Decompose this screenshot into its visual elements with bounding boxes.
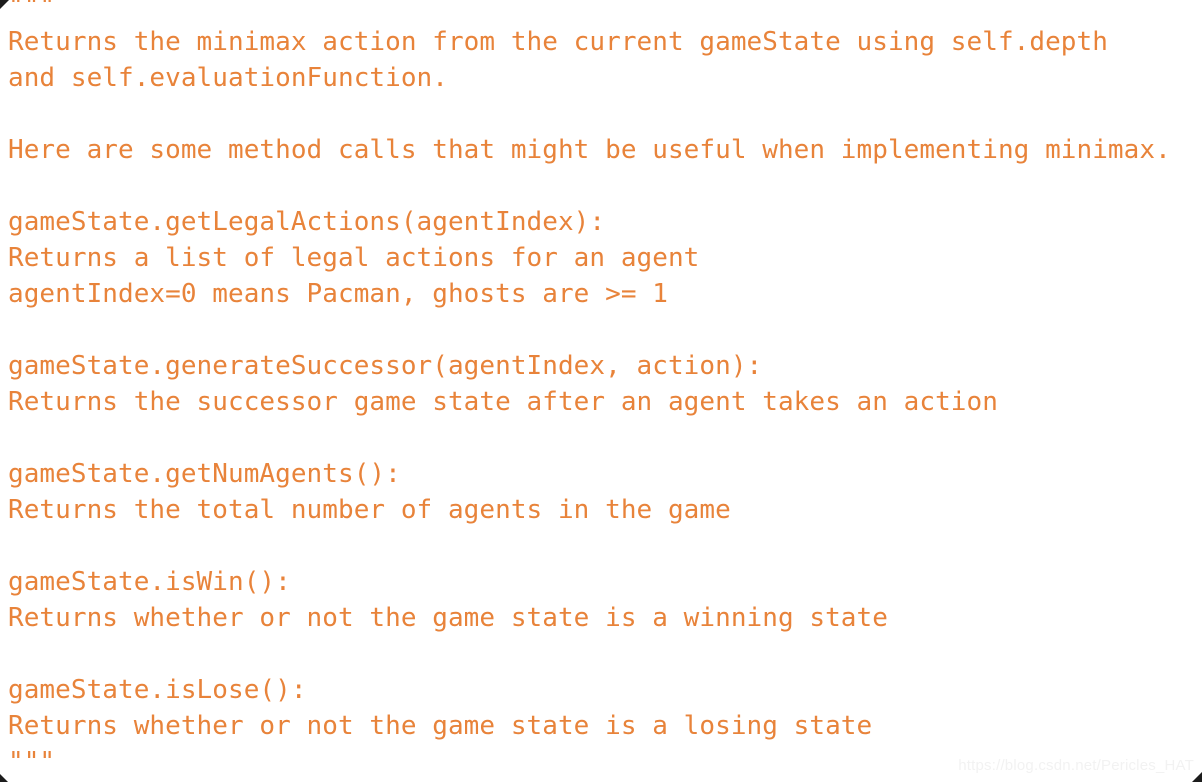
code-line: Returns whether or not the game state is… (8, 603, 888, 633)
code-line: Returns the successor game state after a… (8, 387, 998, 417)
code-line: gameState.isWin(): (8, 567, 291, 597)
code-line: gameState.isLose(): (8, 675, 307, 705)
code-line: """ (8, 0, 56, 21)
code-line: gameState.getLegalActions(agentIndex): (8, 207, 606, 237)
docstring-code-block: """ Returns the minimax action from the … (0, 0, 1202, 780)
code-line: agentIndex=0 means Pacman, ghosts are >=… (8, 279, 668, 309)
code-line: Returns the minimax action from the curr… (8, 27, 1108, 57)
watermark-text: https://blog.csdn.net/Pericles_HAT (958, 757, 1194, 774)
code-line: Returns the total number of agents in th… (8, 495, 731, 525)
code-line: gameState.getNumAgents(): (8, 459, 401, 489)
code-line: Here are some method calls that might be… (8, 135, 1171, 165)
code-line: gameState.generateSuccessor(agentIndex, … (8, 351, 763, 381)
code-line: Returns whether or not the game state is… (8, 711, 873, 741)
code-line: Returns a list of legal actions for an a… (8, 243, 700, 273)
code-line: and self.evaluationFunction. (8, 63, 448, 93)
screenshot-canvas: """ Returns the minimax action from the … (0, 0, 1202, 782)
